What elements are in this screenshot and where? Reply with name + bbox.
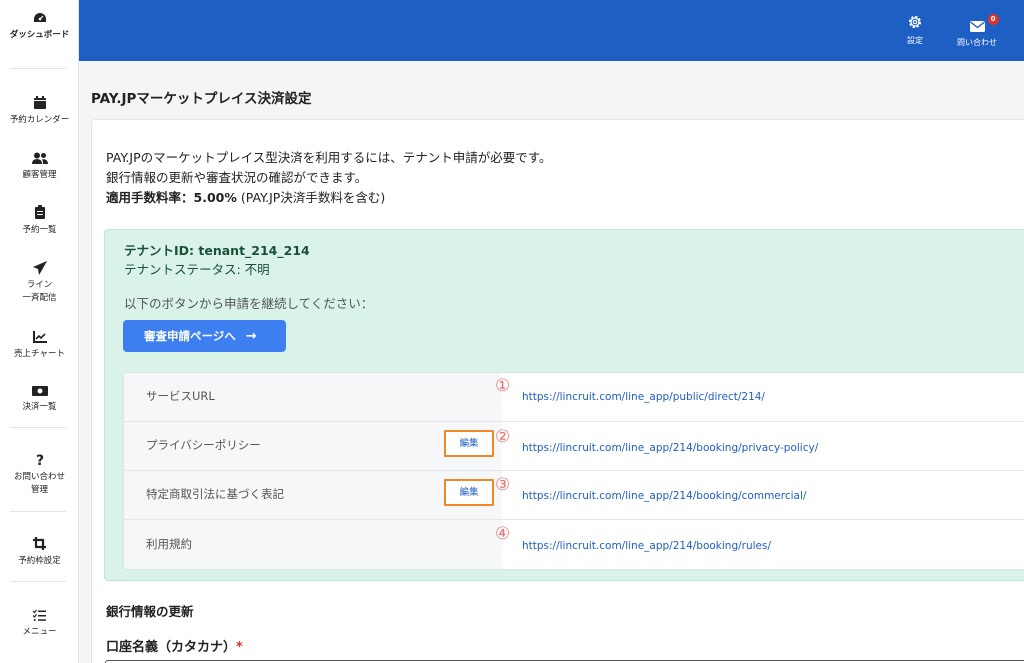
sidebar-item-slot-settings[interactable]: 予約枠設定 bbox=[0, 537, 79, 568]
sidebar-item-sales-chart[interactable]: 売上チャート bbox=[0, 331, 79, 361]
sidebar-label: 予約枠設定 bbox=[18, 556, 61, 566]
paper-plane-icon bbox=[32, 261, 47, 275]
sidebar-label-line2: 管理 bbox=[30, 485, 48, 495]
sidebar-item-menu[interactable]: メニュー bbox=[0, 609, 79, 639]
terms-url-link[interactable]: https://lincruit.com/line_app/214/bookin… bbox=[522, 540, 771, 552]
sidebar-label-line1: ライン bbox=[26, 280, 53, 290]
gear-icon bbox=[908, 15, 922, 29]
sidebar-item-booking-list[interactable]: 予約一覧 bbox=[0, 205, 79, 237]
inquiry-count-badge: 0 bbox=[987, 14, 999, 25]
intro-line-1: PAY.JPのマーケットプレイス型決済を利用するには、テナント申請が必要です。 bbox=[106, 150, 552, 165]
envelope-icon bbox=[969, 21, 985, 32]
inquiry-button[interactable]: 0 問い合わせ bbox=[957, 14, 999, 48]
account-name-label-text: 口座名義（カタカナ） bbox=[106, 640, 237, 655]
money-bill-icon bbox=[31, 386, 48, 396]
calendar-icon bbox=[33, 96, 46, 109]
url-row-terms: 利用規約 ④ https://lincruit.com/line_app/214… bbox=[124, 520, 1024, 569]
required-mark: * bbox=[236, 640, 243, 655]
chart-line-icon bbox=[32, 331, 47, 343]
sidebar-label-line2: 一斉配信 bbox=[22, 293, 57, 303]
url-row-commercial: 特定商取引法に基づく表記 編集 ③ https://lincruit.com/l… bbox=[124, 471, 1024, 520]
circled-number: ④ bbox=[495, 524, 511, 544]
settings-label: 設定 bbox=[907, 36, 923, 45]
top-header: 設定 0 問い合わせ bbox=[79, 0, 1024, 61]
sidebar-label: 予約カレンダー bbox=[9, 115, 70, 125]
inquiry-label: 問い合わせ bbox=[957, 38, 997, 47]
users-icon bbox=[31, 152, 48, 164]
continue-instruction: 以下のボタンから申請を継続してください： bbox=[124, 296, 374, 311]
review-application-button[interactable]: 審査申請ページへ → bbox=[123, 320, 286, 352]
tachometer-icon bbox=[33, 13, 46, 22]
sidebar: ダッシュボード 予約カレンダー 顧客管理 予約一覧 ライン一斉配信 売上チャート… bbox=[0, 0, 79, 663]
circled-number: ② bbox=[495, 427, 511, 447]
question-icon: ? bbox=[35, 453, 43, 467]
commercial-url-link[interactable]: https://lincruit.com/line_app/214/bookin… bbox=[522, 490, 806, 502]
sidebar-label: 顧客管理 bbox=[22, 170, 57, 180]
url-label-cell: サービスURL bbox=[124, 373, 502, 421]
crop-icon bbox=[33, 537, 46, 550]
fee-rate-note: (PAY.JP決済手数料を含む) bbox=[236, 190, 386, 205]
sidebar-label-line1: お問い合わせ bbox=[13, 472, 65, 482]
circled-number: ① bbox=[495, 376, 511, 396]
url-row-service: サービスURL ① https://lincruit.com/line_app/… bbox=[124, 373, 1024, 422]
edit-commercial-button[interactable]: 編集 bbox=[444, 479, 494, 506]
sidebar-item-line-broadcast[interactable]: ライン 一斉配信 bbox=[0, 261, 79, 305]
sidebar-divider bbox=[10, 581, 66, 582]
fee-rate-value: 適用手数料率：5.00% bbox=[106, 190, 237, 205]
sidebar-label: お問い合わせ 管理 bbox=[0, 471, 79, 497]
review-button-label: 審査申請ページへ bbox=[144, 329, 236, 343]
arrow-right-icon: → bbox=[245, 328, 257, 344]
list-check-icon bbox=[33, 609, 46, 621]
sidebar-item-customers[interactable]: 顧客管理 bbox=[0, 152, 79, 182]
clipboard-icon bbox=[34, 205, 45, 219]
sidebar-item-dashboard[interactable]: ダッシュボード bbox=[0, 12, 79, 42]
edit-privacy-button[interactable]: 編集 bbox=[444, 430, 494, 457]
circled-number: ③ bbox=[495, 475, 511, 495]
sidebar-divider bbox=[10, 68, 66, 69]
service-url-link[interactable]: https://lincruit.com/line_app/public/dir… bbox=[522, 391, 765, 403]
sidebar-divider bbox=[10, 427, 66, 428]
sidebar-label: メニュー bbox=[22, 627, 57, 637]
sidebar-item-inquiry-management[interactable]: ? お問い合わせ 管理 bbox=[0, 453, 79, 497]
privacy-url-link[interactable]: https://lincruit.com/line_app/214/bookin… bbox=[522, 442, 818, 454]
url-label: サービスURL bbox=[146, 389, 215, 403]
bank-section-title: 銀行情報の更新 bbox=[106, 604, 194, 619]
url-label: プライバシーポリシー bbox=[146, 438, 261, 452]
intro-line-2: 銀行情報の更新や審査状況の確認ができます。 bbox=[106, 170, 368, 185]
sidebar-item-payments[interactable]: 決済一覧 bbox=[0, 386, 79, 414]
sidebar-divider bbox=[10, 511, 66, 512]
tenant-id: テナントID: tenant_214_214 bbox=[124, 243, 310, 258]
fee-rate: 適用手数料率：5.00% (PAY.JP決済手数料を含む) bbox=[106, 188, 552, 208]
url-label: 利用規約 bbox=[146, 537, 192, 551]
sidebar-item-calendar[interactable]: 予約カレンダー bbox=[0, 96, 79, 127]
sidebar-label: 決済一覧 bbox=[22, 402, 57, 412]
sidebar-label: 売上チャート bbox=[14, 349, 65, 359]
url-label-cell: 利用規約 bbox=[124, 520, 502, 569]
sidebar-label: ダッシュボード bbox=[9, 30, 70, 40]
settings-button[interactable]: 設定 bbox=[907, 14, 923, 46]
sidebar-label: ライン 一斉配信 bbox=[0, 279, 79, 305]
tenant-status: テナントステータス: 不明 bbox=[124, 262, 270, 277]
account-name-label: 口座名義（カタカナ）* bbox=[106, 636, 243, 655]
intro-text: PAY.JPのマーケットプレイス型決済を利用するには、テナント申請が必要です。 … bbox=[106, 148, 552, 208]
page-title: PAY.JPマーケットプレイス決済設定 bbox=[91, 91, 312, 107]
url-table: サービスURL ① https://lincruit.com/line_app/… bbox=[123, 372, 1024, 570]
url-label: 特定商取引法に基づく表記 bbox=[146, 487, 284, 501]
url-row-privacy: プライバシーポリシー 編集 ② https://lincruit.com/lin… bbox=[124, 422, 1024, 471]
svg-text:?: ? bbox=[35, 453, 43, 467]
sidebar-label: 予約一覧 bbox=[22, 225, 57, 235]
